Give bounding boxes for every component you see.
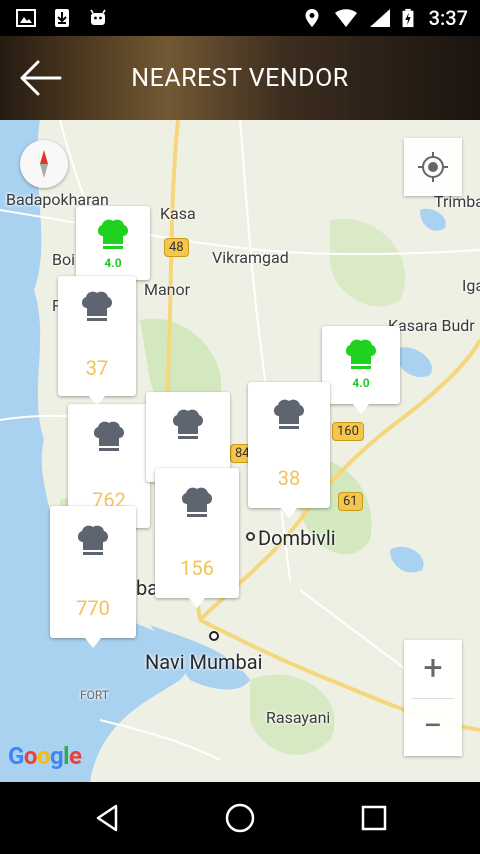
vendor-marker[interactable]: 37 (58, 276, 136, 406)
zoom-out-button[interactable]: − (404, 698, 462, 756)
chef-hat-icon (345, 339, 377, 369)
place-label: Iga (462, 276, 480, 295)
wifi-icon (335, 9, 357, 27)
android-icon (90, 9, 106, 25)
marker-count: 38 (277, 466, 301, 490)
marker-count: 156 (180, 556, 214, 580)
back-nav-button[interactable] (88, 798, 128, 838)
my-location-button[interactable] (404, 138, 462, 196)
vendor-marker[interactable]: 4.0 (76, 206, 150, 290)
place-label: Vikramgad (212, 248, 289, 267)
place-label: Kasa (160, 204, 196, 223)
battery-charging-icon (402, 8, 414, 28)
download-icon (55, 9, 69, 27)
status-bar: 3:37 (0, 0, 480, 36)
place-label: FORT (80, 688, 109, 702)
place-label: Manor (144, 280, 191, 299)
road-shield: 48 (164, 238, 189, 257)
city-dot (246, 532, 255, 541)
chef-hat-icon (77, 525, 109, 555)
compass-button[interactable] (20, 140, 68, 188)
marker-rating: 4.0 (352, 376, 370, 390)
marker-rating: 4.0 (104, 256, 122, 270)
circle-home-icon (225, 803, 255, 833)
vendor-marker[interactable]: 4.0 (322, 326, 400, 414)
system-nav-bar (0, 782, 480, 854)
chef-hat-icon (97, 219, 129, 249)
chef-hat-icon (93, 421, 125, 451)
chef-hat-icon (181, 487, 213, 517)
gallery-icon (16, 9, 36, 27)
zoom-in-button[interactable]: + (404, 640, 462, 698)
city-dot (209, 631, 219, 641)
location-icon (305, 9, 319, 27)
vendor-marker[interactable]: 38 (248, 382, 330, 518)
page-title: NEAREST VENDOR (131, 64, 349, 93)
road-shield: 61 (338, 492, 363, 511)
chef-hat-icon (273, 399, 305, 429)
vendor-marker[interactable]: 770 (50, 506, 136, 648)
triangle-back-icon (96, 804, 118, 832)
zoom-controls: + − (404, 640, 462, 756)
place-label: Rasayani (266, 708, 331, 727)
compass-icon (40, 150, 48, 178)
place-label: Kasara Budr (388, 316, 475, 335)
place-label: Navi Mumbai (145, 650, 263, 674)
crosshair-icon (418, 152, 448, 182)
square-recents-icon (361, 805, 387, 831)
recents-nav-button[interactable] (354, 798, 394, 838)
place-label: Dombivli (258, 526, 336, 550)
marker-count: 37 (85, 356, 109, 380)
marker-count: 770 (76, 596, 110, 620)
chef-hat-icon (172, 409, 204, 439)
map-view[interactable]: Badapokharan Kasa Vikramgad Manor Boi P … (0, 120, 480, 782)
vendor-marker[interactable]: 156 (155, 468, 239, 608)
home-nav-button[interactable] (220, 798, 260, 838)
app-header: NEAREST VENDOR (0, 36, 480, 120)
google-logo: Google (8, 742, 82, 770)
clock: 3:37 (428, 6, 468, 30)
place-label: Boi (52, 250, 75, 269)
chef-hat-icon (81, 291, 113, 321)
signal-icon (370, 9, 390, 27)
road-shield: 160 (332, 422, 364, 441)
